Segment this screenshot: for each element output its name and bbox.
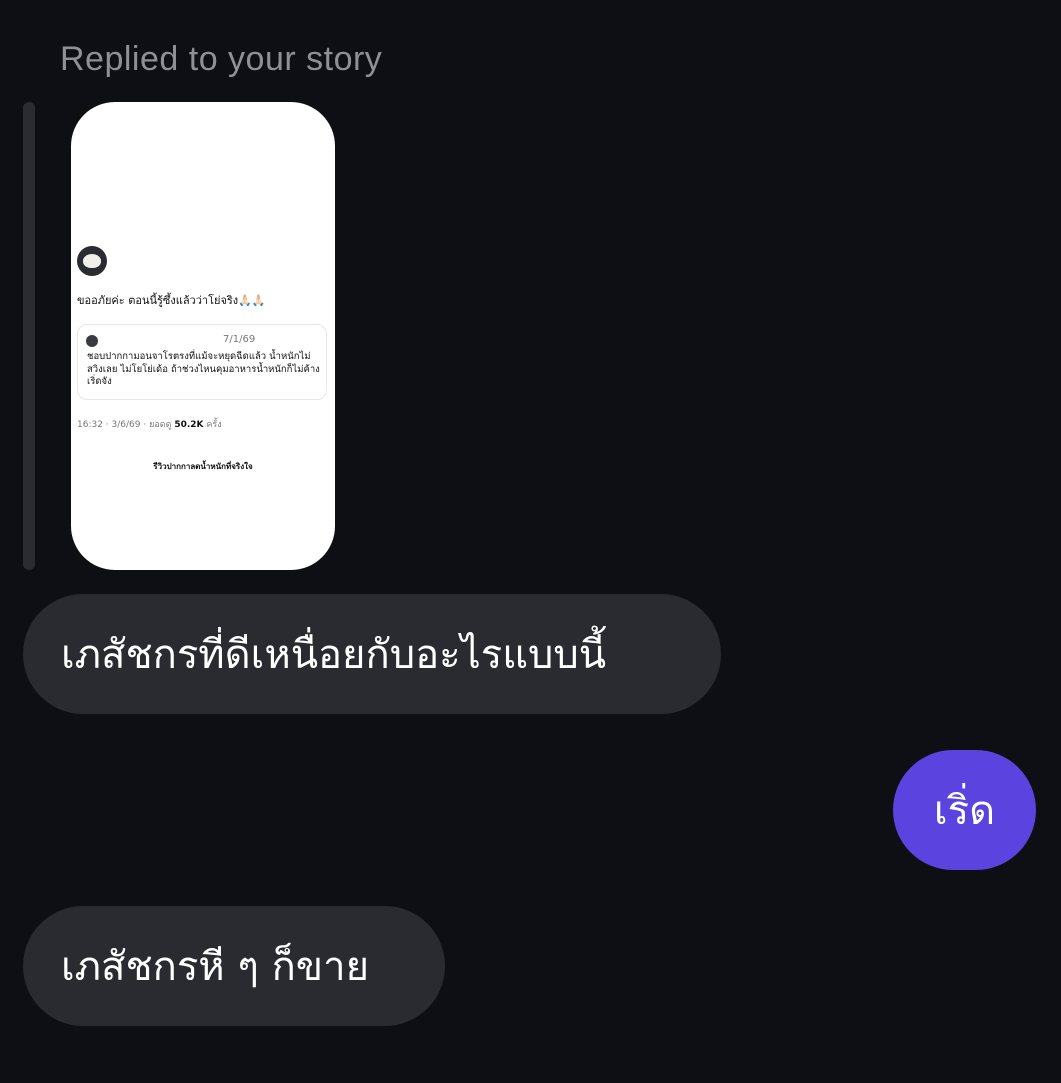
story-preview-card[interactable]: ขออภัยค่ะ ตอนนี้รู้ซึ้งแล้วว่าโย่จริง🙏🏻🙏… — [71, 102, 335, 570]
story-quoted-post: 7/1/69 ชอบปากกามอนจาโรตรงที่แม้จะหยุดฉีด… — [77, 324, 327, 400]
quoted-post-text: ชอบปากกามอนจาโรตรงที่แม้จะหยุดฉีดแล้ว น้… — [87, 351, 320, 387]
reply-context-label: Replied to your story — [60, 40, 383, 78]
meta-views-unit: ครั้ง — [206, 420, 222, 430]
story-post-meta: 16:32 · 3/6/69 · ยอดดู 50.2K ครั้ง — [77, 417, 222, 431]
meta-view-count: 50.2K — [174, 420, 204, 430]
message-bubble-received[interactable]: เภสัชกรหี ๆ ก็ขาย — [23, 906, 445, 1026]
message-text: เริ่ด — [933, 788, 996, 834]
meta-time-views: 16:32 · 3/6/69 · ยอดดู — [77, 420, 172, 430]
chat-thread: Replied to your story ขออภัยค่ะ ตอนนี้รู… — [0, 0, 1061, 1083]
message-bubble-received[interactable]: เภสัชกรที่ดีเหนื่อยกับอะไรแบบนี้ — [23, 594, 721, 714]
message-text: เภสัชกรหี ๆ ก็ขาย — [61, 944, 370, 990]
message-text: เภสัชกรที่ดีเหนื่อยกับอะไรแบบนี้ — [61, 632, 607, 678]
quoted-post-date: 7/1/69 — [223, 334, 256, 345]
story-author-avatar — [77, 246, 107, 276]
reply-indicator-bar — [23, 102, 35, 570]
story-post-text: ขออภัยค่ะ ตอนนี้รู้ซึ้งแล้วว่าโย่จริง🙏🏻🙏… — [77, 294, 266, 307]
message-bubble-sent[interactable]: เริ่ด — [893, 750, 1036, 870]
story-caption: รีวิวปากกาลดน้ำหนักที่จริงใจ — [153, 462, 253, 471]
quoted-author-avatar — [86, 335, 98, 347]
